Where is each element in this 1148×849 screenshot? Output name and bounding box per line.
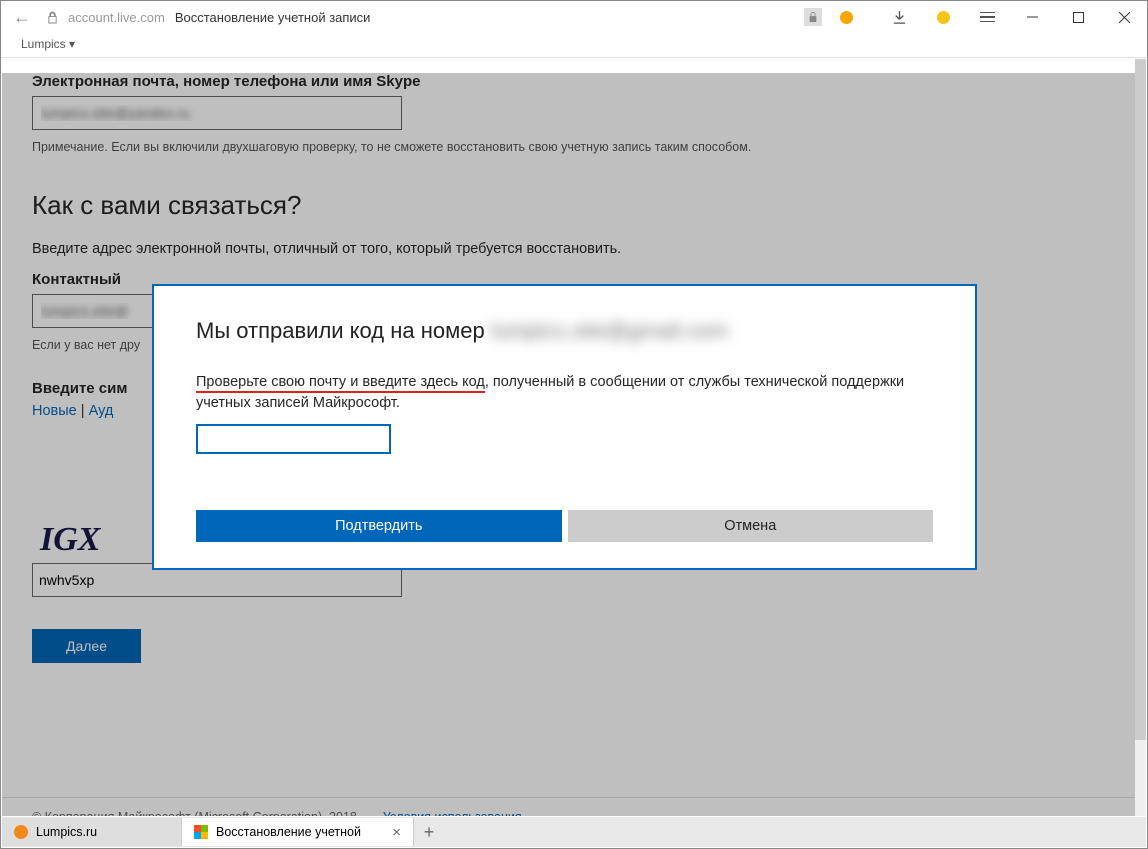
back-icon[interactable]: ← [13,7,31,28]
maximize-icon[interactable] [1055,1,1101,33]
verification-code-input[interactable] [196,424,391,454]
new-tab-button[interactable]: + [414,822,444,843]
downloads-icon[interactable] [877,1,921,33]
bookmark-bar: Lumpics ▾ [1,33,1147,55]
modal-heading: Мы отправили код на номер lumpics.site@g… [196,318,933,344]
url-title: Восстановление учетной записи [175,10,371,25]
favicon-icon [14,825,28,839]
bookmark-item[interactable]: Lumpics ▾ [21,37,75,51]
lock-icon [47,11,58,24]
browser-tabstrip: Lumpics.ru Восстановление учетной × + [2,817,1146,847]
power-icon[interactable] [921,1,965,33]
verification-modal: Мы отправили код на номер lumpics.site@g… [152,284,977,570]
browser-titlebar: ← account.live.com Восстановление учетно… [1,1,1147,33]
browser-tab[interactable]: Lumpics.ru [2,818,182,846]
modal-body: Проверьте свою почту и введите здесь код… [196,372,933,414]
security-indicator-icon[interactable] [804,8,822,26]
confirm-button[interactable]: Подтвердить [196,510,562,542]
scrollbar[interactable] [1135,59,1146,816]
minimize-icon[interactable] [1009,1,1055,33]
tab-close-icon[interactable]: × [392,824,401,841]
browser-tab-active[interactable]: Восстановление учетной × [182,818,414,846]
cancel-button[interactable]: Отмена [568,510,934,542]
close-icon[interactable] [1101,1,1147,33]
address-bar[interactable]: account.live.com Восстановление учетной … [47,10,370,25]
favicon-icon [194,825,208,839]
url-domain: account.live.com [68,10,165,25]
menu-icon[interactable] [965,1,1009,33]
tab-title: Восстановление учетной [216,825,361,839]
extension-icon[interactable] [840,11,853,24]
tab-title: Lumpics.ru [36,825,97,839]
